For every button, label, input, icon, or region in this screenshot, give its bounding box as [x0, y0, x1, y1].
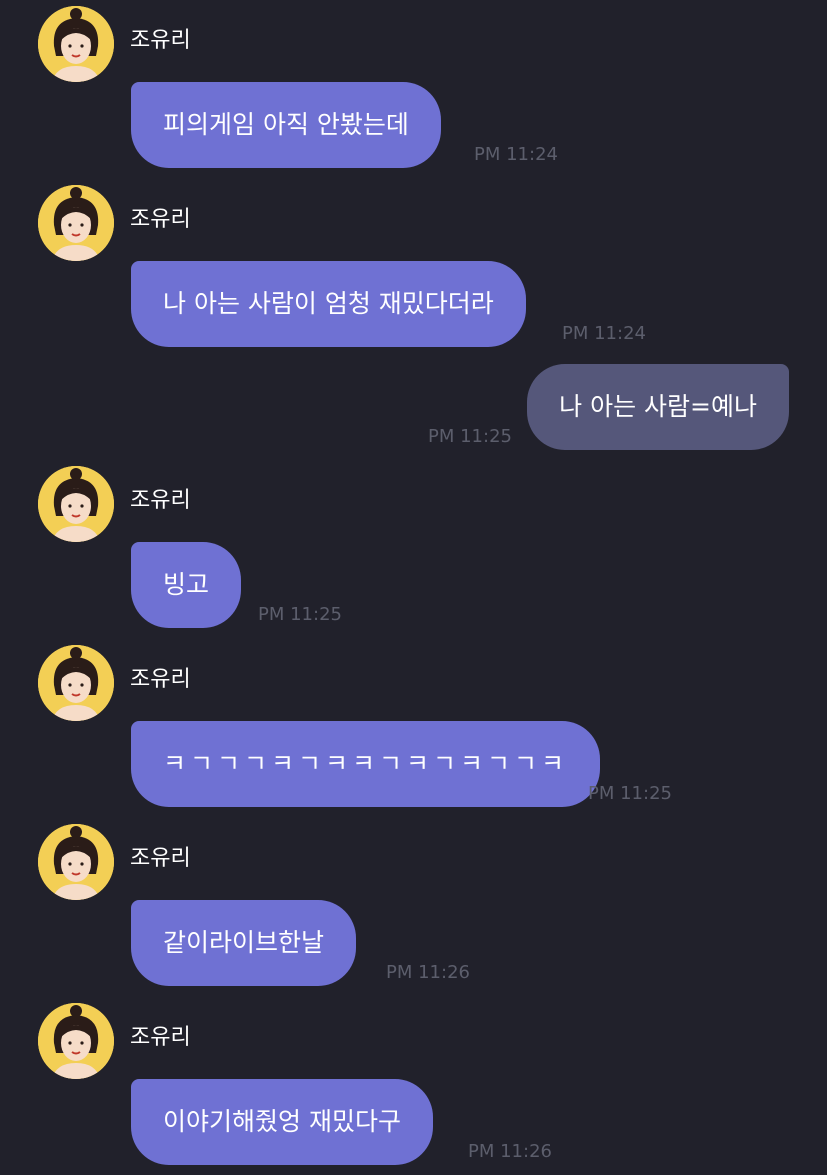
- message-timestamp: PM 11:25: [258, 604, 342, 625]
- chat-thread: 조유리 피의게임 아직 안봤는데 PM 11:24 조유리 나 아는 사람이 엄…: [0, 0, 827, 1175]
- message-bubble[interactable]: 이야기해줬엉 재밌다구: [131, 1079, 433, 1165]
- message-timestamp: PM 11:25: [588, 783, 672, 804]
- message-timestamp: PM 11:26: [386, 962, 470, 983]
- sender-name: 조유리: [130, 1025, 191, 1050]
- avatar-portrait-icon: [38, 824, 114, 900]
- message-timestamp: PM 11:24: [562, 323, 646, 344]
- sender-name: 조유리: [130, 207, 191, 232]
- message-timestamp: PM 11:25: [428, 426, 512, 447]
- sender-name: 조유리: [130, 488, 191, 513]
- message-bubble[interactable]: 피의게임 아직 안봤는데: [131, 82, 441, 168]
- message-bubble[interactable]: 빙고: [131, 542, 242, 628]
- avatar-portrait-icon: [38, 645, 114, 721]
- avatar-portrait-icon: [38, 6, 114, 82]
- avatar[interactable]: [38, 185, 114, 261]
- message-timestamp: PM 11:24: [474, 144, 558, 165]
- message-bubble-outgoing[interactable]: 나 아는 사람=예나: [527, 364, 789, 450]
- message-bubble[interactable]: ㅋㄱㄱㄱㅋㄱㅋㅋㄱㅋㄱㅋㄱㄱㅋ: [131, 721, 601, 807]
- message-timestamp: PM 11:26: [468, 1141, 552, 1162]
- message-bubble[interactable]: 같이라이브한날: [131, 900, 357, 986]
- avatar[interactable]: [38, 824, 114, 900]
- message-bubble[interactable]: 나 아는 사람이 엄청 재밌다더라: [131, 261, 526, 347]
- avatar-portrait-icon: [38, 466, 114, 542]
- avatar[interactable]: [38, 466, 114, 542]
- sender-name: 조유리: [130, 28, 191, 53]
- avatar[interactable]: [38, 1003, 114, 1079]
- avatar[interactable]: [38, 6, 114, 82]
- sender-name: 조유리: [130, 667, 191, 692]
- avatar-portrait-icon: [38, 1003, 114, 1079]
- avatar[interactable]: [38, 645, 114, 721]
- sender-name: 조유리: [130, 846, 191, 871]
- avatar-portrait-icon: [38, 185, 114, 261]
